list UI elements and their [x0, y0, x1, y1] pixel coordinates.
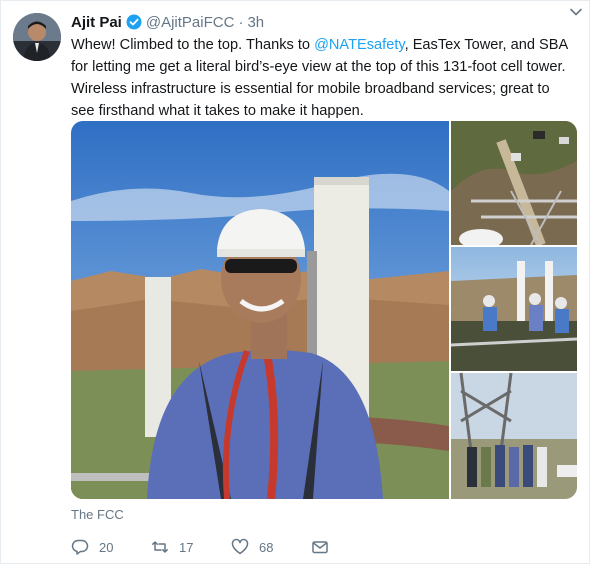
- reply-icon: [71, 539, 89, 555]
- middle-right-photo[interactable]: [450, 247, 577, 371]
- tweet-text-part: Whew! Climbed to the top. Thanks to: [71, 37, 315, 53]
- tweet-card[interactable]: Ajit Pai @AjitPaiFCC · 3h Whew! Climbed …: [0, 0, 590, 564]
- reply-button[interactable]: 20: [71, 538, 151, 556]
- top-right-photo[interactable]: [451, 121, 577, 249]
- like-heart-icon: [231, 538, 249, 555]
- caret-down-icon[interactable]: [567, 3, 585, 21]
- tweet-actions: 20 17 68: [71, 537, 391, 557]
- timestamp[interactable]: 3h: [247, 14, 264, 31]
- separator-dot: ·: [238, 13, 244, 31]
- author-name[interactable]: Ajit Pai: [71, 14, 122, 31]
- author-handle[interactable]: @AjitPaiFCC: [146, 14, 235, 31]
- retweet-icon: [152, 541, 168, 553]
- media-caption[interactable]: The FCC: [71, 507, 124, 522]
- reply-count: 20: [99, 539, 114, 555]
- direct-message-button[interactable]: [311, 538, 391, 556]
- like-count: 68: [259, 539, 274, 555]
- tweet-header: Ajit Pai @AjitPaiFCC · 3h: [71, 11, 577, 33]
- avatar[interactable]: [13, 13, 61, 61]
- main-photo[interactable]: [71, 121, 449, 499]
- message-envelope-icon: [312, 541, 328, 554]
- retweet-button[interactable]: 17: [151, 538, 231, 556]
- tweet-text: Whew! Climbed to the top. Thanks to @NAT…: [71, 34, 571, 122]
- bottom-right-photo[interactable]: [451, 372, 577, 499]
- like-button[interactable]: 68: [231, 538, 311, 556]
- mention-link[interactable]: @NATEsafety: [314, 37, 405, 53]
- media-grid: [71, 121, 577, 499]
- retweet-count: 17: [179, 539, 194, 555]
- verified-badge-icon: [126, 14, 142, 30]
